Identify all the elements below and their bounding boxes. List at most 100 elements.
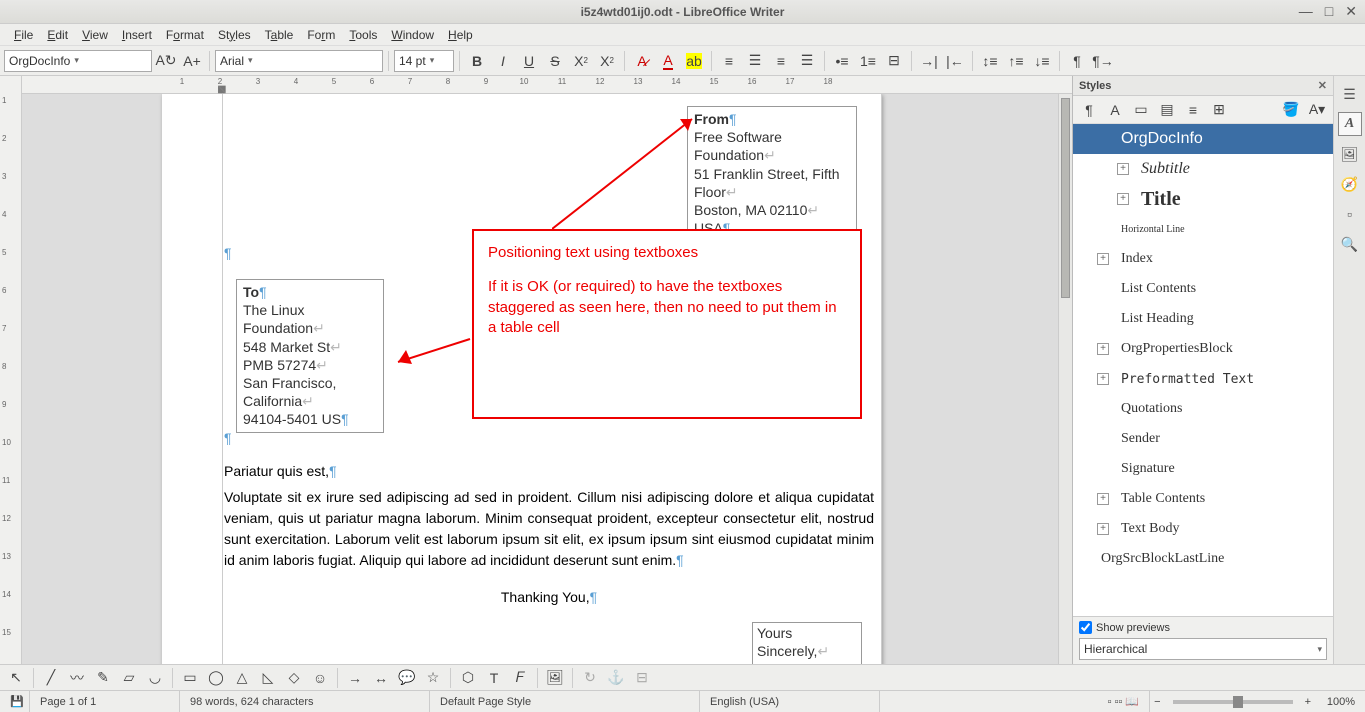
tree-expand-icon[interactable]: +: [1097, 373, 1109, 385]
align-center-button[interactable]: ☰: [743, 49, 767, 73]
style-row[interactable]: +OrgPropertiesBlock: [1073, 334, 1333, 364]
style-row[interactable]: +Title: [1073, 184, 1333, 214]
zoom-out-button[interactable]: −: [1150, 696, 1164, 708]
close-button[interactable]: ✕: [1345, 3, 1357, 20]
tree-expand-icon[interactable]: +: [1097, 253, 1109, 265]
table-styles-button[interactable]: ⊞: [1207, 98, 1231, 122]
line-tool[interactable]: ╱: [39, 666, 63, 690]
para-spacing-dec-button[interactable]: ↓≡: [1030, 49, 1054, 73]
page-status[interactable]: Page 1 of 1: [30, 691, 180, 712]
view-layout-buttons[interactable]: ▫ ▫▫ 📖: [1098, 691, 1151, 712]
inspector-tab[interactable]: 🔍: [1338, 232, 1362, 256]
menu-styles[interactable]: Styles: [212, 26, 257, 44]
menu-tools[interactable]: Tools: [343, 26, 383, 44]
style-row[interactable]: OrgDocInfo: [1073, 124, 1333, 154]
smiley-tool[interactable]: ☺: [308, 666, 332, 690]
font-size-combo[interactable]: 14 pt▾: [394, 50, 454, 72]
style-row[interactable]: Signature: [1073, 454, 1333, 484]
vertical-scrollbar[interactable]: [1058, 94, 1072, 664]
paragraph-styles-button[interactable]: ¶: [1077, 98, 1101, 122]
annotation-box[interactable]: Positioning text using textboxes If it i…: [472, 229, 862, 419]
tree-expand-icon[interactable]: +: [1097, 523, 1109, 535]
properties-tab[interactable]: ☰: [1338, 82, 1362, 106]
tree-expand-icon[interactable]: +: [1097, 343, 1109, 355]
style-row[interactable]: Quotations: [1073, 394, 1333, 424]
update-style-button[interactable]: A↻: [154, 49, 178, 73]
double-arrow-tool[interactable]: ↔: [369, 666, 393, 690]
subscript-button[interactable]: X2: [595, 49, 619, 73]
menu-help[interactable]: Help: [442, 26, 479, 44]
menu-view[interactable]: View: [76, 26, 114, 44]
indent-decrease-button[interactable]: |←: [943, 49, 967, 73]
list-styles-button[interactable]: ≡: [1181, 98, 1205, 122]
styles-tab[interactable]: A: [1338, 112, 1362, 136]
arrow-tool[interactable]: →: [343, 666, 367, 690]
fontwork-tool[interactable]: 𝐹: [508, 666, 532, 690]
star-tool[interactable]: ☆: [421, 666, 445, 690]
outline-button[interactable]: ⊟: [882, 49, 906, 73]
word-count-status[interactable]: 98 words, 624 characters: [180, 691, 430, 712]
styles-list[interactable]: OrgDocInfo+Subtitle+TitleHorizontal Line…: [1073, 124, 1333, 616]
tree-expand-icon[interactable]: +: [1117, 163, 1129, 175]
minimize-button[interactable]: —: [1299, 3, 1313, 20]
clear-formatting-button[interactable]: A̷: [630, 49, 654, 73]
signature-textframe[interactable]: Yours Sincerely,↵ Whitetrillium¶: [752, 622, 862, 664]
frame-styles-button[interactable]: ▭: [1129, 98, 1153, 122]
para-spacing-inc-button[interactable]: ↑≡: [1004, 49, 1028, 73]
style-row[interactable]: +Preformatted Text: [1073, 364, 1333, 394]
bullet-list-button[interactable]: •≡: [830, 49, 854, 73]
style-row[interactable]: List Heading: [1073, 304, 1333, 334]
zoom-slider[interactable]: [1173, 700, 1293, 704]
strikethrough-button[interactable]: S: [543, 49, 567, 73]
triangle-tool[interactable]: △: [230, 666, 254, 690]
maximize-button[interactable]: □: [1325, 3, 1333, 20]
zoom-in-button[interactable]: +: [1301, 696, 1315, 708]
line-spacing-button[interactable]: ↕≡: [978, 49, 1002, 73]
align-left-button[interactable]: ≡: [717, 49, 741, 73]
callout-tool[interactable]: 💬: [395, 666, 419, 690]
right-triangle-tool[interactable]: ◺: [256, 666, 280, 690]
language-status[interactable]: English (USA): [700, 691, 880, 712]
save-status[interactable]: 💾: [0, 691, 30, 712]
ltr-button[interactable]: ¶→: [1091, 49, 1115, 73]
diamond-tool[interactable]: ◇: [282, 666, 306, 690]
style-row[interactable]: OrgSrcBlockLastLine: [1073, 544, 1333, 574]
underline-button[interactable]: U: [517, 49, 541, 73]
character-styles-button[interactable]: A: [1103, 98, 1127, 122]
styles-filter-combo[interactable]: Hierarchical▾: [1079, 638, 1327, 660]
image-tool[interactable]: 🖼: [543, 666, 567, 690]
style-row[interactable]: Horizontal Line: [1073, 214, 1333, 244]
menu-edit[interactable]: Edit: [41, 26, 74, 44]
rotate-tool[interactable]: ↻: [578, 666, 602, 690]
page-tab[interactable]: ▫: [1338, 202, 1362, 226]
navigator-tab[interactable]: 🧭: [1338, 172, 1362, 196]
highlight-color-button[interactable]: ab: [682, 49, 706, 73]
menu-format[interactable]: Format: [160, 26, 210, 44]
arc-tool[interactable]: ◡: [143, 666, 167, 690]
rectangle-tool[interactable]: ▭: [178, 666, 202, 690]
style-row[interactable]: List Contents: [1073, 274, 1333, 304]
freeform-tool[interactable]: ✎: [91, 666, 115, 690]
superscript-button[interactable]: X2: [569, 49, 593, 73]
textbox-tool[interactable]: T: [482, 666, 506, 690]
from-textframe[interactable]: From¶ Free Software Foundation↵ 51 Frank…: [687, 106, 857, 241]
styles-pane-close[interactable]: ✕: [1318, 79, 1327, 92]
flowchart-tool[interactable]: ⬡: [456, 666, 480, 690]
font-name-combo[interactable]: Arial▾: [215, 50, 383, 72]
tree-expand-icon[interactable]: +: [1097, 493, 1109, 505]
paragraph-style-combo[interactable]: OrgDocInfo▾: [4, 50, 152, 72]
style-row[interactable]: +Table Contents: [1073, 484, 1333, 514]
indent-increase-button[interactable]: →|: [917, 49, 941, 73]
align-justify-button[interactable]: ☰: [795, 49, 819, 73]
style-row[interactable]: +Subtitle: [1073, 154, 1333, 184]
ellipse-tool[interactable]: ◯: [204, 666, 228, 690]
curve-tool[interactable]: 〰: [65, 666, 89, 690]
page-style-status[interactable]: Default Page Style: [430, 691, 700, 712]
menu-form[interactable]: Form: [301, 26, 341, 44]
pilcrow-toggle-button[interactable]: ¶: [1065, 49, 1089, 73]
style-row[interactable]: Sender: [1073, 424, 1333, 454]
menu-file[interactable]: File: [8, 26, 39, 44]
gallery-tab[interactable]: 🖼: [1338, 142, 1362, 166]
menu-insert[interactable]: Insert: [116, 26, 158, 44]
fill-format-button[interactable]: 🪣: [1279, 98, 1303, 122]
